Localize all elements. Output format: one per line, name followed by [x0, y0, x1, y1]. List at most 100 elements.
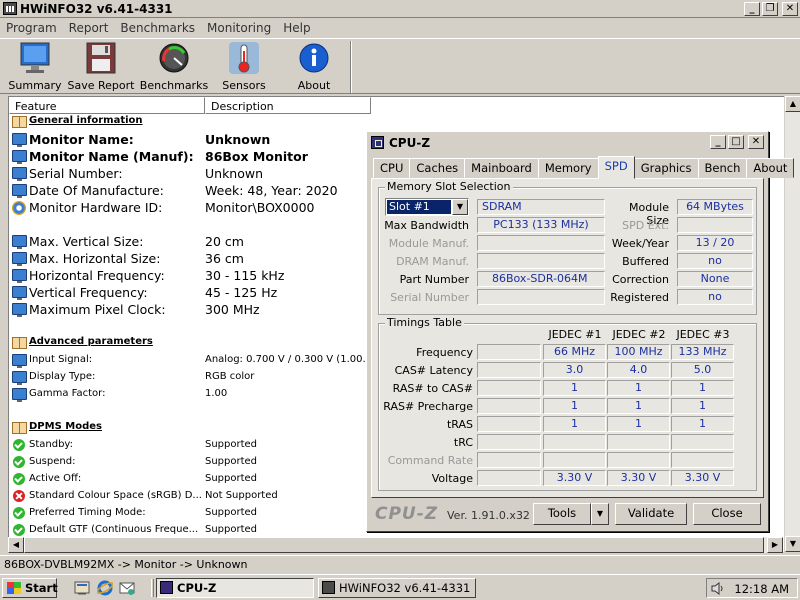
list-item[interactable]: Vertical Frequency: 45 - 125 Hz	[9, 284, 389, 301]
sensors-button[interactable]: Sensors	[209, 41, 279, 92]
column-header-description[interactable]: Description	[205, 97, 371, 114]
hwinfo-titlebar[interactable]: HWiNFO32 v6.41-4331 _ ❐ ✕	[0, 0, 800, 18]
about-button[interactable]: About	[279, 41, 349, 92]
monitor-icon	[12, 354, 27, 368]
tab-spd[interactable]: SPD	[597, 156, 635, 179]
feature-name: Input Signal:	[29, 354, 93, 365]
show-desktop-icon[interactable]	[74, 580, 90, 596]
timing-cell	[671, 434, 734, 450]
cpuz-close-button[interactable]: ✕	[748, 135, 764, 149]
list-item[interactable]: Monitor Name: Unknown	[9, 131, 389, 148]
column-header-feature[interactable]: Feature	[9, 97, 205, 114]
validate-button[interactable]: Validate	[615, 503, 687, 525]
module-manuf-value	[477, 235, 605, 251]
scroll-left-arrow[interactable]: ◀	[8, 537, 24, 553]
chevron-down-icon[interactable]: ▼	[452, 199, 468, 215]
tab-mainboard[interactable]: Mainboard	[464, 158, 539, 178]
dram-manuf-label: DRAM Manuf.	[396, 255, 469, 268]
tab-about[interactable]: About	[746, 158, 795, 178]
taskbar-item-hwinfo[interactable]: HWiNFO32 v6.41-4331	[318, 578, 476, 598]
list-item[interactable]: Maximum Pixel Clock: 300 MHz	[9, 301, 389, 318]
internet-explorer-icon[interactable]	[96, 580, 114, 596]
version-label: Ver. 1.91.0.x32	[447, 509, 530, 522]
cpuz-minimize-button[interactable]: _	[710, 135, 726, 149]
feature-value: 1.00	[205, 388, 228, 399]
benchmarks-button[interactable]: Benchmarks	[139, 41, 209, 92]
close-button[interactable]: ✕	[782, 2, 798, 16]
list-item[interactable]: Max. Vertical Size: 20 cm	[9, 233, 389, 250]
menu-report[interactable]: Report	[63, 19, 115, 37]
scroll-right-arrow[interactable]: ▶	[767, 537, 783, 553]
list-item[interactable]: Display Type: RGB color	[9, 369, 389, 386]
tab-graphics[interactable]: Graphics	[633, 158, 699, 178]
info-icon	[298, 41, 330, 75]
monitor-icon	[12, 184, 27, 198]
feature-value: Supported	[205, 456, 258, 467]
feature-value: 86Box Monitor	[205, 149, 308, 164]
cpuz-app-icon	[371, 136, 384, 149]
list-item[interactable]: Gamma Factor: 1.00	[9, 386, 389, 403]
summary-button[interactable]: Summary	[0, 41, 70, 92]
menu-monitoring[interactable]: Monitoring	[201, 19, 277, 37]
feature-value: Analog: 0.700 V / 0.300 V (1.00...	[205, 354, 373, 365]
list-item[interactable]: Standby: Supported	[9, 437, 389, 454]
scroll-down-arrow[interactable]: ▼	[785, 536, 800, 552]
tab-memory[interactable]: Memory	[537, 158, 599, 178]
max-bandwidth-label: Max Bandwidth	[384, 219, 469, 232]
horizontal-scrollbar[interactable]: ◀ ▶	[8, 537, 783, 553]
feature-value: Supported	[205, 473, 258, 484]
tools-dropdown-arrow[interactable]: ▼	[591, 503, 609, 525]
list-item[interactable]: Max. Horizontal Size: 36 cm	[9, 250, 389, 267]
speaker-icon[interactable]	[711, 582, 725, 595]
cpuz-titlebar[interactable]: CPU-Z _ □ ✕	[369, 134, 766, 152]
scroll-up-arrow[interactable]: ▲	[785, 96, 800, 112]
list-item[interactable]: Monitor Name (Manuf): 86Box Monitor	[9, 148, 389, 165]
feature-value: 36 cm	[205, 251, 244, 266]
list-item[interactable]: Input Signal: Analog: 0.700 V / 0.300 V (…	[9, 352, 389, 369]
timing-cell: 3.30 V	[543, 470, 606, 486]
menu-program[interactable]: Program	[0, 19, 63, 37]
week-year-label: Week/Year	[611, 237, 669, 250]
restore-button[interactable]: ❐	[762, 2, 778, 16]
section-dpms[interactable]: DPMS Modes	[9, 420, 389, 437]
outlook-express-icon[interactable]	[119, 580, 135, 596]
feature-name: Monitor Name:	[29, 132, 134, 147]
list-item[interactable]: Active Off: Supported	[9, 471, 389, 488]
list-item[interactable]: Serial Number: Unknown	[9, 165, 389, 182]
correction-value: None	[677, 271, 753, 287]
check-icon	[13, 524, 25, 536]
gauge-icon	[158, 41, 190, 75]
menu-help[interactable]: Help	[277, 19, 316, 37]
slot-select[interactable]: Slot #1 ▼	[385, 198, 469, 216]
column-header-jedec1: JEDEC #1	[548, 328, 602, 341]
buffered-value: no	[677, 253, 753, 269]
tab-bench[interactable]: Bench	[697, 158, 748, 178]
feature-name: Active Off:	[29, 473, 82, 484]
summary-label: Summary	[8, 79, 62, 92]
list-item[interactable]: Suspend: Supported	[9, 454, 389, 471]
save-report-button[interactable]: Save Report	[66, 41, 136, 92]
section-general[interactable]: General information	[9, 114, 389, 131]
clock[interactable]: 12:18 AM	[734, 582, 789, 596]
list-item[interactable]: Date Of Manufacture: Week: 48, Year: 2020	[9, 182, 389, 199]
cpuz-maximize-button[interactable]: □	[728, 135, 744, 149]
taskbar-item-cpuz[interactable]: CPU-Z	[156, 578, 314, 598]
feature-value: Supported	[205, 524, 258, 535]
minimize-button[interactable]: _	[744, 2, 760, 16]
tools-button[interactable]: Tools	[533, 503, 591, 525]
tab-cpu[interactable]: CPU	[373, 158, 411, 178]
feature-name: Monitor Hardware ID:	[29, 200, 163, 215]
section-advanced[interactable]: Advanced parameters	[9, 335, 389, 352]
cpuz-window[interactable]: CPU-Z _ □ ✕ CPU Caches Mainboard Memory …	[366, 131, 795, 532]
menu-benchmarks[interactable]: Benchmarks	[114, 19, 201, 37]
close-button-cpuz[interactable]: Close	[693, 503, 761, 525]
tab-caches[interactable]: Caches	[409, 158, 466, 178]
scroll-thumb[interactable]	[24, 537, 764, 553]
list-item[interactable]: Monitor Hardware ID: Monitor\BOX0000	[9, 199, 389, 216]
list-item[interactable]: Preferred Timing Mode: Supported	[9, 505, 389, 522]
start-button[interactable]: Start	[2, 578, 58, 598]
list-item[interactable]: Horizontal Frequency: 30 - 115 kHz	[9, 267, 389, 284]
list-item[interactable]: Standard Colour Space (sRGB) D... Not Sup…	[9, 488, 389, 505]
monitor-icon	[12, 150, 27, 164]
feature-name: Date Of Manufacture:	[29, 183, 164, 198]
